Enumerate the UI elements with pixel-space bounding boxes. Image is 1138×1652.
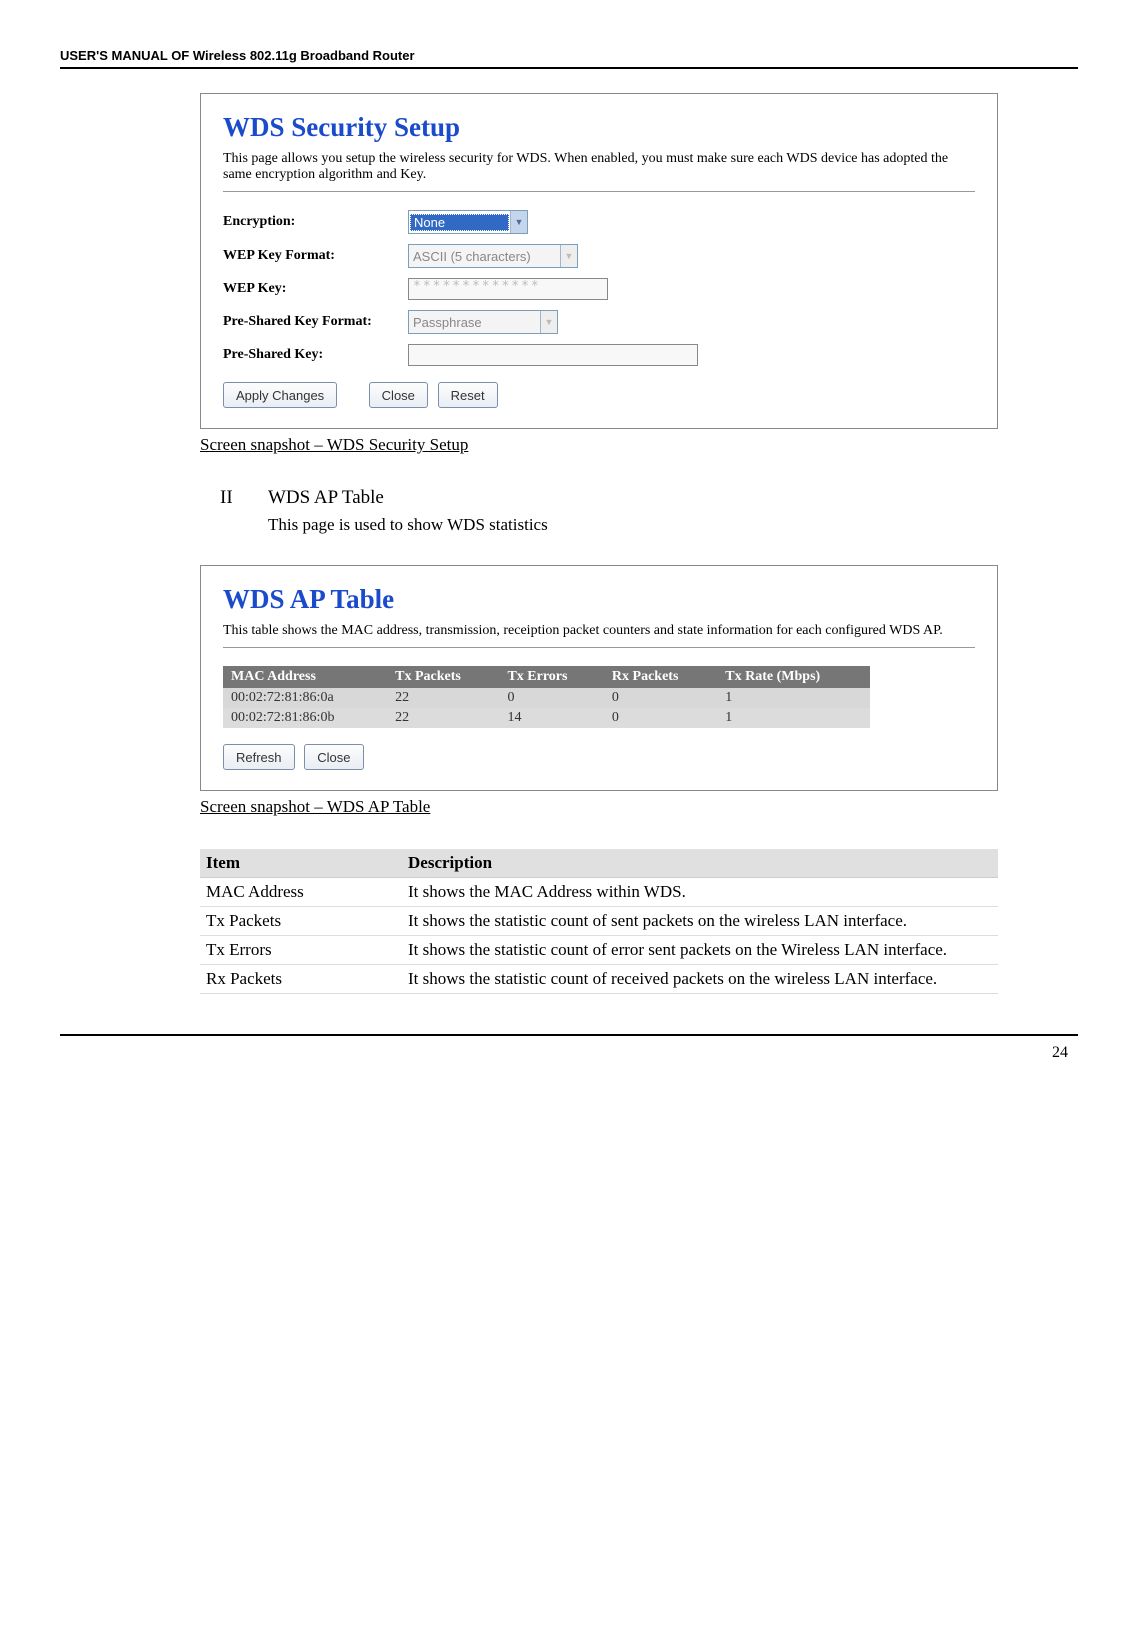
footer-rule <box>60 1034 1078 1036</box>
section-title: WDS AP Table <box>268 487 384 509</box>
panel-subtitle: This page allows you setup the wireless … <box>223 151 975 192</box>
item-cell: Tx Packets <box>200 907 402 936</box>
item-cell: Tx Errors <box>200 936 402 965</box>
wep-key-format-label: WEP Key Format: <box>223 248 408 264</box>
section-numeral: II <box>220 487 268 509</box>
chevron-down-icon: ▼ <box>510 211 527 233</box>
cell: 1 <box>717 708 869 728</box>
encryption-label: Encryption: <box>223 214 408 230</box>
cell: 22 <box>387 688 499 708</box>
table-row: Rx Packets It shows the statistic count … <box>200 965 998 994</box>
figure-caption-2: Screen snapshot – WDS AP Table <box>200 797 998 817</box>
table-row: Tx Errors It shows the statistic count o… <box>200 936 998 965</box>
reset-button[interactable]: Reset <box>438 382 498 408</box>
item-cell: MAC Address <box>200 878 402 907</box>
cell: 0 <box>604 708 717 728</box>
table-row: MAC Address It shows the MAC Address wit… <box>200 878 998 907</box>
doc-header: USER'S MANUAL OF Wireless 802.11g Broadb… <box>60 48 1078 63</box>
col-rxpackets: Rx Packets <box>604 666 717 688</box>
desc-cell: It shows the statistic count of received… <box>402 965 998 994</box>
cell: 1 <box>717 688 869 708</box>
figure-caption-1: Screen snapshot – WDS Security Setup <box>200 435 998 455</box>
refresh-button[interactable]: Refresh <box>223 744 295 770</box>
cell: 22 <box>387 708 499 728</box>
wep-key-input[interactable]: ************* <box>408 278 608 300</box>
cell: 14 <box>499 708 603 728</box>
chevron-down-icon: ▼ <box>560 245 577 267</box>
wds-security-panel: WDS Security Setup This page allows you … <box>200 93 998 429</box>
close-button[interactable]: Close <box>304 744 363 770</box>
encryption-value: None <box>410 214 509 231</box>
col-mac: MAC Address <box>223 666 387 688</box>
section-body: This page is used to show WDS statistics <box>268 515 998 535</box>
item-cell: Rx Packets <box>200 965 402 994</box>
panel-title: WDS AP Table <box>223 584 975 615</box>
table-row: 00:02:72:81:86:0a 22 0 0 1 <box>223 688 870 708</box>
page-number: 24 <box>60 1044 1078 1062</box>
cell: 00:02:72:81:86:0a <box>223 688 387 708</box>
col-txpackets: Tx Packets <box>387 666 499 688</box>
col-txerrors: Tx Errors <box>499 666 603 688</box>
close-button[interactable]: Close <box>369 382 428 408</box>
desc-cell: It shows the MAC Address within WDS. <box>402 878 998 907</box>
apply-changes-button[interactable]: Apply Changes <box>223 382 337 408</box>
wep-key-format-value: ASCII (5 characters) <box>409 249 535 264</box>
psk-format-label: Pre-Shared Key Format: <box>223 314 408 330</box>
psk-format-select[interactable]: Passphrase ▼ <box>408 310 558 334</box>
psk-label: Pre-Shared Key: <box>223 347 408 363</box>
description-table: Item Description MAC Address It shows th… <box>200 849 998 994</box>
col-item: Item <box>200 849 402 878</box>
col-desc: Description <box>402 849 998 878</box>
cell: 0 <box>604 688 717 708</box>
chevron-down-icon: ▼ <box>540 311 557 333</box>
wep-key-format-select[interactable]: ASCII (5 characters) ▼ <box>408 244 578 268</box>
cell: 00:02:72:81:86:0b <box>223 708 387 728</box>
encryption-select[interactable]: None ▼ <box>408 210 528 234</box>
wds-ap-table-panel: WDS AP Table This table shows the MAC ad… <box>200 565 998 791</box>
desc-cell: It shows the statistic count of sent pac… <box>402 907 998 936</box>
psk-format-value: Passphrase <box>409 315 486 330</box>
table-row: Tx Packets It shows the statistic count … <box>200 907 998 936</box>
desc-cell: It shows the statistic count of error se… <box>402 936 998 965</box>
cell: 0 <box>499 688 603 708</box>
panel-title: WDS Security Setup <box>223 112 975 143</box>
header-rule <box>60 67 1078 69</box>
col-txrate: Tx Rate (Mbps) <box>717 666 869 688</box>
panel-subtitle: This table shows the MAC address, transm… <box>223 623 975 648</box>
table-row: 00:02:72:81:86:0b 22 14 0 1 <box>223 708 870 728</box>
section-heading: II WDS AP Table <box>220 487 998 509</box>
wds-data-table: MAC Address Tx Packets Tx Errors Rx Pack… <box>223 666 870 728</box>
psk-input[interactable] <box>408 344 698 366</box>
wep-key-label: WEP Key: <box>223 281 408 297</box>
